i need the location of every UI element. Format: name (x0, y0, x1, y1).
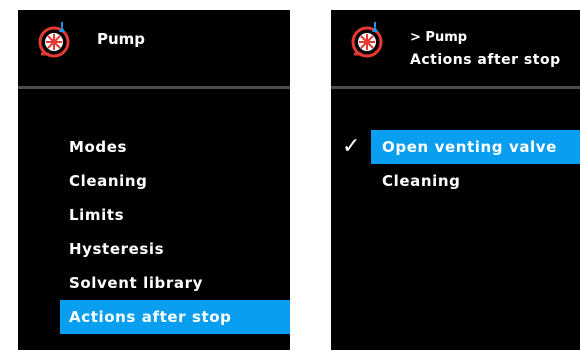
checkmark-icon: ✓ (342, 134, 361, 159)
screen-title: Actions after stop (410, 52, 561, 68)
menu-item-label: Cleaning (382, 172, 461, 190)
menu-item-solvent-library[interactable]: Solvent library (18, 266, 290, 300)
menu-item-label: Limits (69, 206, 125, 224)
menu-item-modes[interactable]: Modes (18, 130, 290, 164)
screen-header: Pump (18, 10, 290, 89)
pump-icon (351, 22, 383, 58)
menu-item-label: Cleaning (69, 172, 148, 190)
menu-item-limits[interactable]: Limits (18, 198, 290, 232)
menu-item-actions-after-stop[interactable]: Actions after stop (60, 300, 290, 334)
pump-icon (38, 22, 70, 58)
screen-header: > Pump Actions after stop (331, 10, 580, 89)
header-divider (331, 86, 580, 89)
menu-item-cleaning[interactable]: Cleaning (18, 164, 290, 198)
breadcrumb: > Pump (410, 30, 468, 45)
actions-after-stop-screen: > Pump Actions after stop Open venting v… (331, 10, 580, 350)
menu-item-cleaning[interactable]: Cleaning (331, 164, 580, 198)
menu-item-label: Solvent library (69, 274, 203, 292)
menu-item-hysteresis[interactable]: Hysteresis (18, 232, 290, 266)
pump-menu-screen: Pump Modes Cleaning Limits Hysteresis So… (18, 10, 290, 350)
screen-title: Pump (97, 30, 146, 48)
menu-item-label: Open venting valve (382, 138, 557, 156)
actions-menu-list: Open venting valve Cleaning (331, 130, 580, 198)
menu-item-label: Modes (69, 138, 128, 156)
menu-item-label: Hysteresis (69, 240, 165, 258)
menu-item-label: Actions after stop (69, 308, 232, 326)
header-divider (18, 86, 290, 89)
menu-item-open-venting-valve[interactable]: Open venting valve (371, 130, 580, 164)
pump-menu-list: Modes Cleaning Limits Hysteresis Solvent… (18, 130, 290, 334)
